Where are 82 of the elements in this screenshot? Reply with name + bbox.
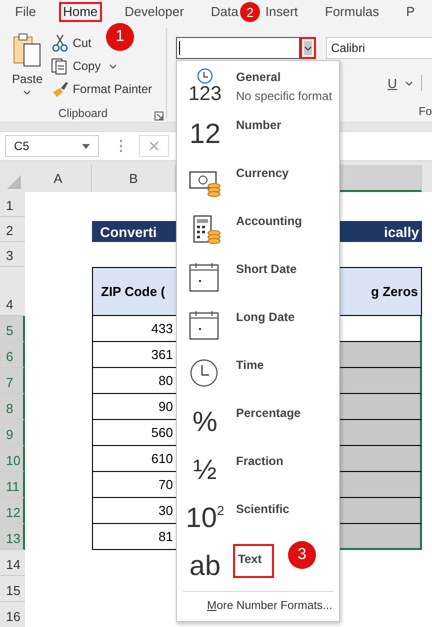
row-header[interactable]: 2 bbox=[0, 217, 25, 242]
menu-item-description: No specific format bbox=[235, 89, 332, 103]
table-cell[interactable] bbox=[340, 524, 422, 550]
row-header[interactable]: 4 bbox=[0, 267, 25, 316]
menu-tab[interactable]: Insert bbox=[261, 2, 302, 22]
menu-item[interactable]: Currency bbox=[233, 164, 292, 182]
format-glyph: 123 bbox=[188, 84, 222, 104]
row-header[interactable]: 14 bbox=[0, 550, 25, 576]
more-formats-link[interactable]: More Number Formats... bbox=[177, 592, 339, 612]
caret-icon bbox=[82, 144, 90, 148]
scissors-icon bbox=[50, 34, 69, 52]
row-header[interactable]: 15 bbox=[0, 576, 25, 602]
table-cell[interactable] bbox=[340, 446, 422, 472]
format-glyph: 12 bbox=[189, 120, 221, 148]
row-header[interactable]: 7 bbox=[0, 368, 25, 394]
dropdown-button[interactable] bbox=[300, 37, 316, 59]
menu-tab[interactable]: Developer bbox=[120, 2, 188, 22]
format-glyph: % bbox=[192, 408, 218, 436]
menu-item[interactable]: Accounting bbox=[233, 212, 305, 230]
menu-item[interactable]: Number bbox=[233, 116, 284, 134]
calendar-icon bbox=[189, 262, 221, 294]
clock-icon bbox=[195, 68, 215, 84]
caret-icon bbox=[304, 46, 312, 50]
row-header[interactable]: 1 bbox=[0, 192, 25, 217]
menu-item[interactable]: Time bbox=[233, 356, 267, 374]
menu-item[interactable]: Scientific bbox=[233, 500, 292, 518]
group-label: Fo bbox=[418, 106, 432, 118]
menu-tab[interactable]: Home bbox=[58, 2, 102, 22]
menu-item[interactable]: Fraction bbox=[233, 452, 286, 470]
underline-button[interactable]: U bbox=[388, 76, 397, 90]
format-glyph: 10$^{2}$ bbox=[186, 504, 224, 532]
column-heading: g Zeros bbox=[340, 267, 422, 316]
format-glyph: ½ bbox=[193, 456, 217, 484]
format-glyph: ab bbox=[189, 552, 221, 580]
menu-tab[interactable]: Data bbox=[206, 2, 242, 22]
column-heading: ZIP Code ( bbox=[92, 267, 176, 316]
calendar-icon bbox=[189, 310, 221, 342]
font-name-field[interactable]: Calibri bbox=[326, 37, 432, 59]
paintbrush-icon bbox=[50, 80, 69, 98]
menu-item[interactable]: Percentage bbox=[233, 404, 304, 422]
menu-tab[interactable]: Formulas bbox=[320, 2, 384, 22]
column-header[interactable] bbox=[340, 165, 422, 192]
paste-button[interactable]: Paste bbox=[12, 32, 43, 86]
caret-icon[interactable] bbox=[23, 90, 32, 95]
menu-item[interactable]: General bbox=[233, 68, 284, 86]
table-cell[interactable] bbox=[340, 316, 422, 342]
table-cell[interactable] bbox=[340, 498, 422, 524]
close-icon bbox=[149, 141, 159, 151]
table-cell[interactable] bbox=[340, 472, 422, 498]
row-header[interactable]: 6 bbox=[0, 342, 25, 368]
row-header[interactable]: 3 bbox=[0, 242, 25, 267]
clipboard-icon bbox=[12, 32, 42, 68]
number-format-field[interactable] bbox=[176, 37, 300, 59]
menu-item[interactable]: Short Date bbox=[233, 260, 300, 278]
row-header[interactable]: 11 bbox=[0, 472, 25, 498]
title-banner: ically bbox=[340, 221, 422, 242]
group-label: Clipboard bbox=[58, 108, 108, 120]
format-painter-button[interactable]: Format Painter bbox=[50, 80, 152, 98]
row-header[interactable]: 10 bbox=[0, 446, 25, 472]
row-header[interactable]: 8 bbox=[0, 394, 25, 420]
table-cell[interactable] bbox=[340, 368, 422, 394]
dialog-launcher-icon[interactable] bbox=[154, 111, 164, 121]
copy-button[interactable]: Copy bbox=[50, 57, 101, 75]
menu-tab[interactable]: P bbox=[402, 2, 419, 22]
menu-tab[interactable]: File bbox=[11, 2, 40, 22]
more-options-icon[interactable] bbox=[119, 139, 123, 153]
row-header[interactable]: 5 bbox=[0, 316, 25, 342]
table-cell[interactable] bbox=[340, 394, 422, 420]
row-header[interactable]: 16 bbox=[0, 602, 25, 627]
table-cell[interactable] bbox=[340, 342, 422, 368]
name-box[interactable]: C5 bbox=[5, 135, 99, 157]
menu-item[interactable]: Long Date bbox=[233, 308, 298, 326]
row-header[interactable]: 13 bbox=[0, 524, 25, 550]
row-header[interactable]: 9 bbox=[0, 420, 25, 446]
menu-item[interactable]: Text bbox=[233, 544, 274, 578]
cut-button[interactable]: Cut bbox=[50, 34, 92, 52]
table-cell[interactable] bbox=[340, 420, 422, 446]
caret-icon[interactable] bbox=[405, 80, 413, 86]
row-header[interactable]: 12 bbox=[0, 498, 25, 524]
caret-icon[interactable] bbox=[108, 64, 117, 68]
title-banner: Converti bbox=[92, 221, 176, 242]
copy-icon bbox=[50, 57, 69, 75]
